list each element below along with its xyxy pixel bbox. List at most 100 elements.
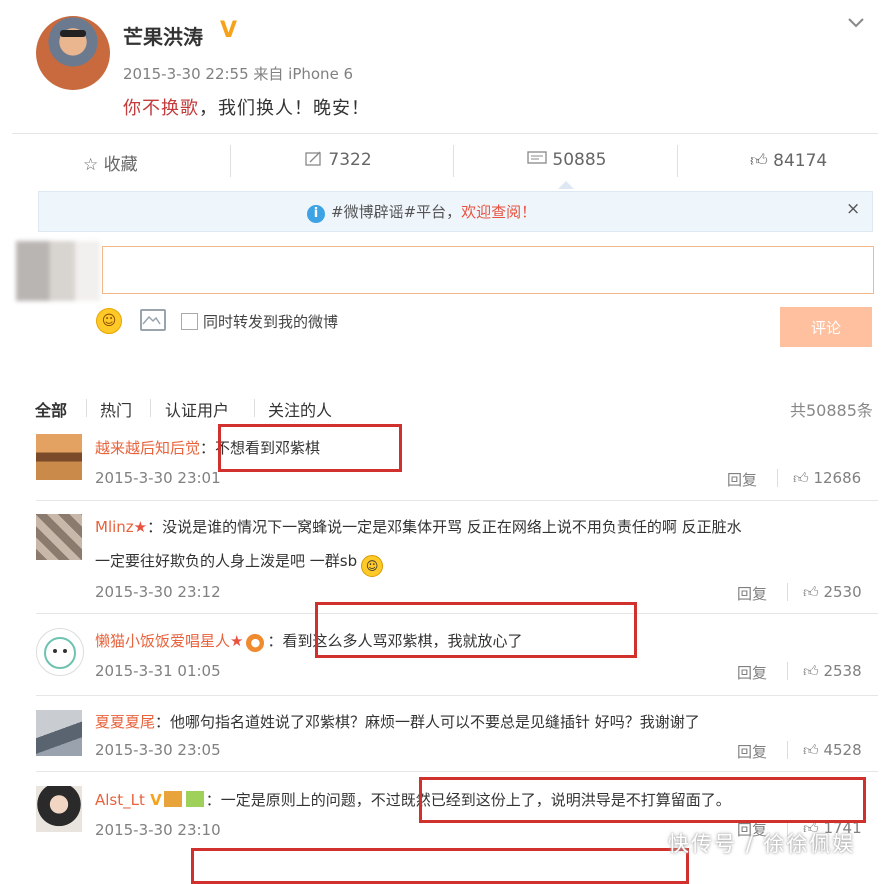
reply-button[interactable]: 回复 bbox=[737, 583, 767, 604]
highlight-box bbox=[218, 424, 402, 472]
repost-button[interactable]: 7322 bbox=[305, 150, 372, 170]
commenter-avatar[interactable] bbox=[36, 710, 82, 756]
repost-icon bbox=[305, 151, 321, 166]
submit-comment-button[interactable]: 评论 bbox=[780, 307, 872, 347]
emoji-icon[interactable]: ☺ bbox=[96, 308, 122, 334]
divider bbox=[787, 662, 788, 680]
like-count: 2530 bbox=[823, 583, 862, 601]
post-text-rest: ，我们换人！晚安！ bbox=[199, 98, 370, 119]
watermark: 快传号 / 徐徐佩娱 bbox=[668, 832, 856, 856]
commenter-avatar[interactable] bbox=[36, 434, 82, 480]
filter-hot[interactable]: 热门 bbox=[100, 397, 132, 421]
like-count: 2538 bbox=[823, 662, 862, 680]
star-icon: ☆ bbox=[83, 155, 99, 175]
star-icon: ★ bbox=[133, 518, 148, 536]
divider bbox=[787, 741, 788, 759]
divider bbox=[36, 771, 878, 772]
comment-time: 2015-3-30 23:05 bbox=[95, 741, 221, 759]
user-avatar bbox=[16, 241, 100, 301]
comment-total: 共50885条 bbox=[790, 401, 873, 420]
notice-link[interactable]: 欢迎查阅！ bbox=[461, 203, 536, 221]
smile-emoji-icon: ☺ bbox=[361, 555, 384, 577]
post-meta: 2015-3-30 22:55 来自 iPhone 6 bbox=[123, 65, 354, 83]
divider bbox=[86, 399, 87, 417]
list-item: 夏夏夏尾：他哪句指名道姓说了邓紫棋？麻烦一群人可以不要总是见缝插针 好吗？我谢谢… bbox=[95, 711, 700, 732]
highlight-box bbox=[315, 602, 637, 658]
comment-text: ：没说是谁的情况下一窝蜂说一定是邓集体开骂 反正在网络上说不用负责任的啊 反正脏… bbox=[147, 518, 742, 536]
divider bbox=[787, 583, 788, 601]
commenter-avatar[interactable] bbox=[36, 628, 84, 676]
highlight-box bbox=[191, 848, 689, 884]
highlight-box bbox=[419, 777, 866, 823]
notice-label: #微博辟谣#平台， bbox=[331, 203, 462, 221]
thumbs-up-icon: 👍︎ bbox=[803, 741, 819, 759]
author-avatar[interactable] bbox=[36, 16, 110, 90]
comment-button[interactable]: 50885 bbox=[527, 150, 607, 170]
like-count: 84174 bbox=[773, 151, 828, 171]
filter-verified[interactable]: 认证用户 bbox=[165, 397, 229, 421]
comment-text-continued: 一定要往好欺负的人身上泼是吧 一群sb ☺ bbox=[95, 550, 384, 577]
commenter-name[interactable]: Alst_Lt bbox=[95, 791, 145, 809]
list-item: Mlinz★：没说是谁的情况下一窝蜂说一定是邓集体开骂 反正在网络上说不用负责任… bbox=[95, 516, 742, 537]
divider bbox=[677, 145, 678, 177]
commenter-name[interactable]: 夏夏夏尾 bbox=[95, 713, 155, 731]
thumbs-up-icon: 👍︎ bbox=[793, 469, 809, 487]
author-name[interactable]: 芒果洪涛 bbox=[123, 21, 203, 50]
close-icon[interactable]: × bbox=[846, 199, 860, 219]
badge-icon bbox=[163, 791, 182, 807]
verified-icon: V bbox=[220, 18, 238, 43]
cat-badge-icon bbox=[185, 791, 204, 807]
pointer-arrow bbox=[558, 181, 574, 189]
thumbs-up-icon: 👍︎ bbox=[803, 583, 819, 601]
divider bbox=[36, 500, 878, 501]
filter-all[interactable]: 全部 bbox=[35, 397, 67, 421]
comment-time: 2015-3-30 23:10 bbox=[95, 821, 221, 839]
favorite-label: 收藏 bbox=[103, 155, 138, 175]
notice-text: i #微博辟谣#平台，欢迎查阅！ bbox=[307, 201, 536, 223]
commenter-name[interactable]: Mlinz bbox=[95, 518, 134, 536]
star-icon: ★ bbox=[230, 632, 244, 650]
reply-button[interactable]: 回复 bbox=[737, 741, 767, 762]
commenter-avatar[interactable] bbox=[36, 786, 82, 832]
reply-button[interactable]: 回复 bbox=[727, 469, 757, 490]
favorite-button[interactable]: ☆ 收藏 bbox=[83, 150, 138, 175]
like-count: 12686 bbox=[813, 469, 862, 487]
filter-following[interactable]: 关注的人 bbox=[268, 397, 332, 421]
forward-checkbox[interactable] bbox=[181, 313, 198, 330]
verified-icon: V bbox=[144, 791, 162, 809]
divider bbox=[254, 399, 255, 417]
comment-time: 2015-3-30 23:12 bbox=[95, 583, 221, 601]
commenter-name[interactable]: 越来越后知后觉 bbox=[95, 439, 200, 457]
post-text-highlight: 你不换歌 bbox=[123, 98, 199, 119]
like-button[interactable]: 👍︎ 84174 bbox=[750, 150, 827, 171]
divider bbox=[36, 695, 878, 696]
divider bbox=[230, 145, 231, 177]
repost-count: 7322 bbox=[328, 150, 372, 170]
divider bbox=[777, 469, 778, 487]
level-badge-icon: ● bbox=[246, 634, 265, 652]
like-button[interactable]: 👍︎ 2530 bbox=[803, 583, 862, 602]
comment-icon bbox=[527, 151, 547, 164]
divider bbox=[453, 145, 454, 177]
comment-text: ：他哪句指名道姓说了邓紫棋？麻烦一群人可以不要总是见缝插针 好吗？我谢谢了 bbox=[155, 713, 700, 731]
comment-time: 2015-3-30 23:01 bbox=[95, 469, 221, 487]
reply-button[interactable]: 回复 bbox=[737, 662, 767, 683]
comment-count: 50885 bbox=[552, 150, 607, 170]
comment-text-line2: 一定要往好欺负的人身上泼是吧 一群sb bbox=[95, 552, 358, 570]
comment-input[interactable] bbox=[102, 246, 874, 294]
comment-time: 2015-3-31 01:05 bbox=[95, 662, 221, 680]
forward-label: 同时转发到我的微博 bbox=[203, 313, 339, 331]
like-button[interactable]: 👍︎ 4528 bbox=[803, 741, 862, 760]
info-icon: i bbox=[307, 205, 325, 223]
thumbs-up-icon: 👍︎ bbox=[803, 662, 819, 680]
thumbs-up-icon: 👍︎ bbox=[750, 151, 768, 171]
chevron-down-icon[interactable] bbox=[848, 12, 864, 33]
post-text: 你不换歌，我们换人！晚安！ bbox=[123, 94, 370, 120]
divider bbox=[150, 399, 151, 417]
like-button[interactable]: 👍︎ 2538 bbox=[803, 662, 862, 681]
commenter-avatar[interactable] bbox=[36, 514, 82, 560]
image-icon[interactable] bbox=[140, 309, 166, 331]
commenter-name[interactable]: 懒猫小饭饭爱唱星人 bbox=[95, 632, 230, 650]
like-button[interactable]: 👍︎ 12686 bbox=[793, 469, 861, 488]
like-count: 4528 bbox=[823, 741, 862, 759]
